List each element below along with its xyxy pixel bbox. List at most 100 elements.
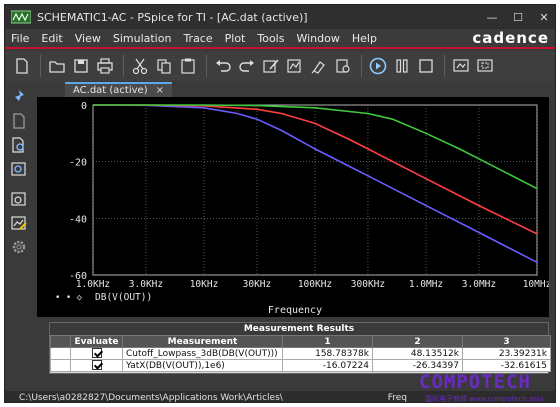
run-button[interactable] [367, 54, 389, 78]
watermark-subtext: 国际电子商情 www.compotech.asia [425, 395, 544, 403]
minimize-button[interactable]: — [479, 5, 505, 29]
edit-profile-icon [263, 59, 279, 73]
zoom-chart-icon [11, 162, 26, 176]
options-button[interactable] [9, 237, 29, 257]
column-3-header: 3 [462, 335, 551, 348]
tab-bar: AC.dat (active) × [33, 81, 555, 97]
y-tick-label: -60 [69, 271, 87, 282]
simulation-profile-icon [287, 59, 301, 73]
probe-icon [311, 61, 325, 74]
menu-help[interactable]: Help [346, 32, 383, 45]
setup-button[interactable] [332, 54, 354, 78]
menu-window[interactable]: Window [290, 32, 345, 45]
pause-icon [396, 59, 408, 73]
measurement-results-panel: Measurement Results Evaluate Measurement… [49, 322, 551, 374]
copy-button[interactable] [153, 54, 175, 78]
menu-tools[interactable]: Tools [251, 32, 290, 45]
markers-button[interactable] [308, 54, 330, 78]
cut-button[interactable] [129, 54, 151, 78]
doc-search-button[interactable] [9, 135, 29, 155]
toolbar-separator [40, 55, 41, 77]
paste-button[interactable] [177, 54, 199, 78]
measurement-value-3: 23.39231k [462, 347, 551, 360]
toolbar-separator [206, 55, 207, 77]
redo-icon [239, 60, 254, 72]
measurement-value-3: -32.61615 [462, 359, 551, 372]
new-file-button[interactable] [11, 54, 33, 78]
zoom-fit-icon [453, 59, 469, 72]
watermark-logo: COMPOTECH [419, 371, 531, 393]
close-button[interactable]: ✕ [531, 5, 555, 29]
row-marker[interactable] [50, 359, 71, 372]
document-icon [13, 113, 25, 129]
x-tick-label: 10KHz [190, 279, 219, 290]
open-button[interactable] [46, 54, 68, 78]
x-tick-label: 1.0MHz [409, 279, 443, 290]
evaluate-header: Evaluate [70, 335, 123, 348]
app-window: SCHEMATIC1-AC - PSpice for TI - [AC.dat … [4, 4, 556, 403]
title-bar: SCHEMATIC1-AC - PSpice for TI - [AC.dat … [5, 5, 555, 29]
zoom-chart-button[interactable] [9, 159, 29, 179]
measurement-header: Measurement [122, 335, 283, 348]
tab-close-icon[interactable]: × [156, 85, 164, 96]
measurement-value-2: -26.34397 [372, 359, 463, 372]
toolbar-separator [444, 55, 445, 77]
cadence-logo: cadence [472, 29, 549, 47]
new-file-icon [16, 58, 28, 74]
scissors-icon [132, 58, 148, 75]
evaluate-checkbox[interactable] [91, 360, 102, 371]
x-tick-label: 100KHz [298, 279, 332, 290]
menu-file[interactable]: File [5, 32, 35, 45]
measurement-header-row: Evaluate Measurement 1 2 3 [50, 335, 551, 348]
edit-profile-button[interactable] [260, 54, 282, 78]
evaluate-checkbox[interactable] [91, 348, 102, 359]
chart-settings-button[interactable] [9, 189, 29, 209]
chart-settings-icon [11, 192, 26, 206]
zoom-area-button[interactable] [474, 54, 496, 78]
tab-ac-dat[interactable]: AC.dat (active) × [65, 82, 172, 97]
save-button[interactable] [70, 54, 92, 78]
pspice-logo-icon [11, 10, 31, 24]
zoom-fit-button[interactable] [450, 54, 472, 78]
table-row[interactable]: Cutoff_Lowpass_3dB(DB(V(OUT))) 158.78378… [50, 347, 551, 360]
y-tick-label: -40 [69, 214, 87, 225]
maximize-button[interactable]: ☐ [505, 5, 531, 29]
window-title: SCHEMATIC1-AC - PSpice for TI - [AC.dat … [37, 10, 308, 24]
redo-button[interactable] [236, 54, 258, 78]
menu-plot[interactable]: Plot [219, 32, 252, 45]
toolbar-separator [123, 55, 124, 77]
undo-button[interactable] [212, 54, 234, 78]
print-button[interactable] [94, 54, 116, 78]
menu-view[interactable]: View [69, 32, 107, 45]
chart-edit-button[interactable] [9, 213, 29, 233]
measurement-results-title: Measurement Results [50, 323, 548, 335]
menu-simulation[interactable]: Simulation [107, 32, 178, 45]
menu-edit[interactable]: Edit [35, 32, 68, 45]
measurement-table: Evaluate Measurement 1 2 3 Cutoff_Lowpas… [50, 335, 551, 372]
table-row[interactable]: YatX(DB(V(OUT)),1e6) -16.07224 -26.34397… [50, 359, 551, 372]
evaluate-cell[interactable] [70, 347, 123, 360]
column-2-header: 2 [372, 335, 463, 348]
simulation-profile-button[interactable] [284, 54, 306, 78]
menu-trace[interactable]: Trace [177, 32, 218, 45]
column-1-header: 1 [282, 335, 373, 348]
status-freq: Freq [387, 392, 407, 403]
bode-chart: 1.0KHz 3.0KHz 10KHz 30KHz 100KHz 300KHz 1.0MHz… [55, 101, 549, 316]
x-tick-label: 300KHz [351, 279, 385, 290]
evaluate-cell[interactable] [70, 359, 123, 372]
chart-edit-icon [11, 216, 27, 230]
printer-icon [97, 58, 113, 74]
row-marker[interactable] [50, 347, 71, 360]
doc-button[interactable] [9, 111, 29, 131]
x-tick-label: 30KHz [243, 279, 272, 290]
plot-area[interactable]: 1.0KHz 3.0KHz 10KHz 30KHz 100KHz 300KHz 1.0MHz… [37, 97, 549, 317]
undo-icon [216, 60, 231, 72]
stop-button[interactable] [415, 54, 437, 78]
document-search-icon [12, 137, 24, 153]
pin-button[interactable] [9, 87, 29, 107]
series-line-2 [93, 104, 538, 235]
pause-button[interactable] [391, 54, 413, 78]
status-path: C:\Users\a0282827\Documents\Applications… [19, 392, 283, 403]
measurement-value-1: 158.78378k [282, 347, 373, 360]
x-tick-label: 3.0MHz [462, 279, 496, 290]
